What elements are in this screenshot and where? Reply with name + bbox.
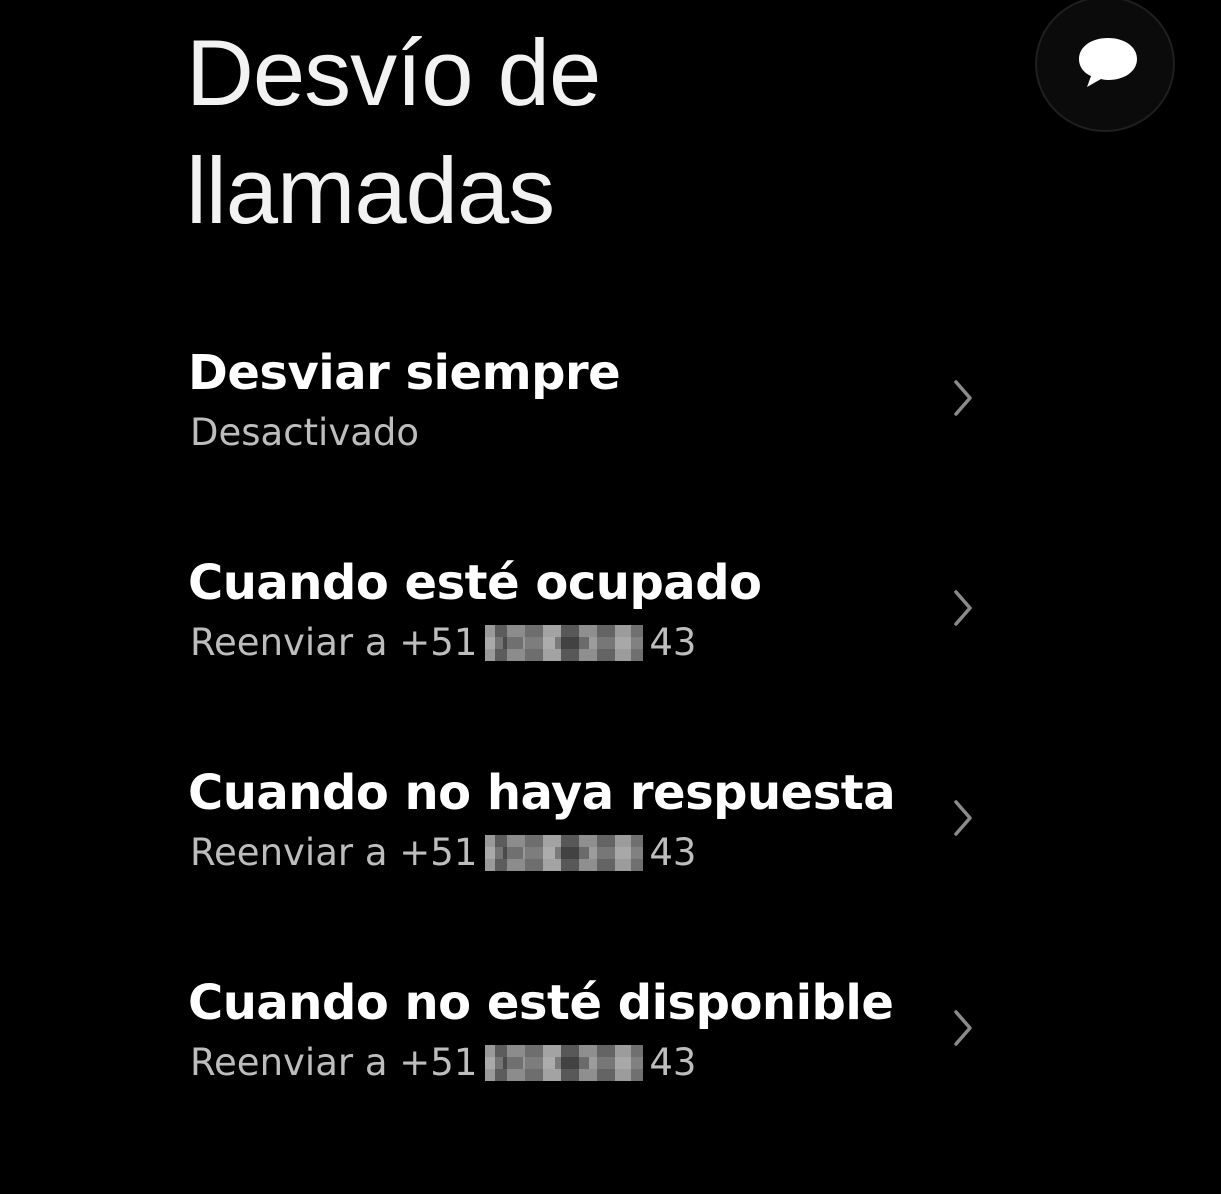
forward-prefix: Reenviar a +51 — [190, 621, 478, 664]
row-title: Desviar siempre — [188, 345, 621, 401]
forward-prefix: Reenviar a +51 — [190, 831, 478, 874]
forward-prefix: Reenviar a +51 — [190, 1041, 478, 1084]
forward-suffix: 43 — [649, 1041, 697, 1084]
row-title: Cuando no haya respuesta — [188, 765, 896, 821]
row-forward-number: Reenviar a +51 43 — [190, 1040, 696, 1086]
redacted-digits — [485, 625, 644, 661]
row-unreachable[interactable]: Cuando no esté disponible Reenviar a +51… — [188, 974, 998, 1114]
chevron-right-icon — [954, 800, 972, 836]
forward-suffix: 43 — [649, 621, 697, 664]
row-forward-number: Reenviar a +51 43 — [190, 830, 696, 876]
row-title: Cuando esté ocupado — [188, 555, 762, 611]
call-forwarding-list: Desviar siempre Desactivado Cuando esté … — [0, 0, 1221, 1194]
chevron-right-icon — [954, 1010, 972, 1046]
row-title: Cuando no esté disponible — [188, 975, 894, 1031]
forward-suffix: 43 — [649, 831, 697, 874]
status-text: Desactivado — [190, 411, 420, 454]
chevron-right-icon — [954, 380, 972, 416]
row-forward-number: Reenviar a +51 43 — [190, 620, 696, 666]
redacted-digits — [485, 1045, 644, 1081]
row-no-answer[interactable]: Cuando no haya respuesta Reenviar a +51 … — [188, 764, 998, 904]
redacted-digits — [485, 835, 644, 871]
row-always-forward[interactable]: Desviar siempre Desactivado — [188, 344, 998, 484]
row-status: Desactivado — [190, 410, 419, 456]
row-when-busy[interactable]: Cuando esté ocupado Reenviar a +51 43 — [188, 554, 998, 694]
chevron-right-icon — [954, 590, 972, 626]
